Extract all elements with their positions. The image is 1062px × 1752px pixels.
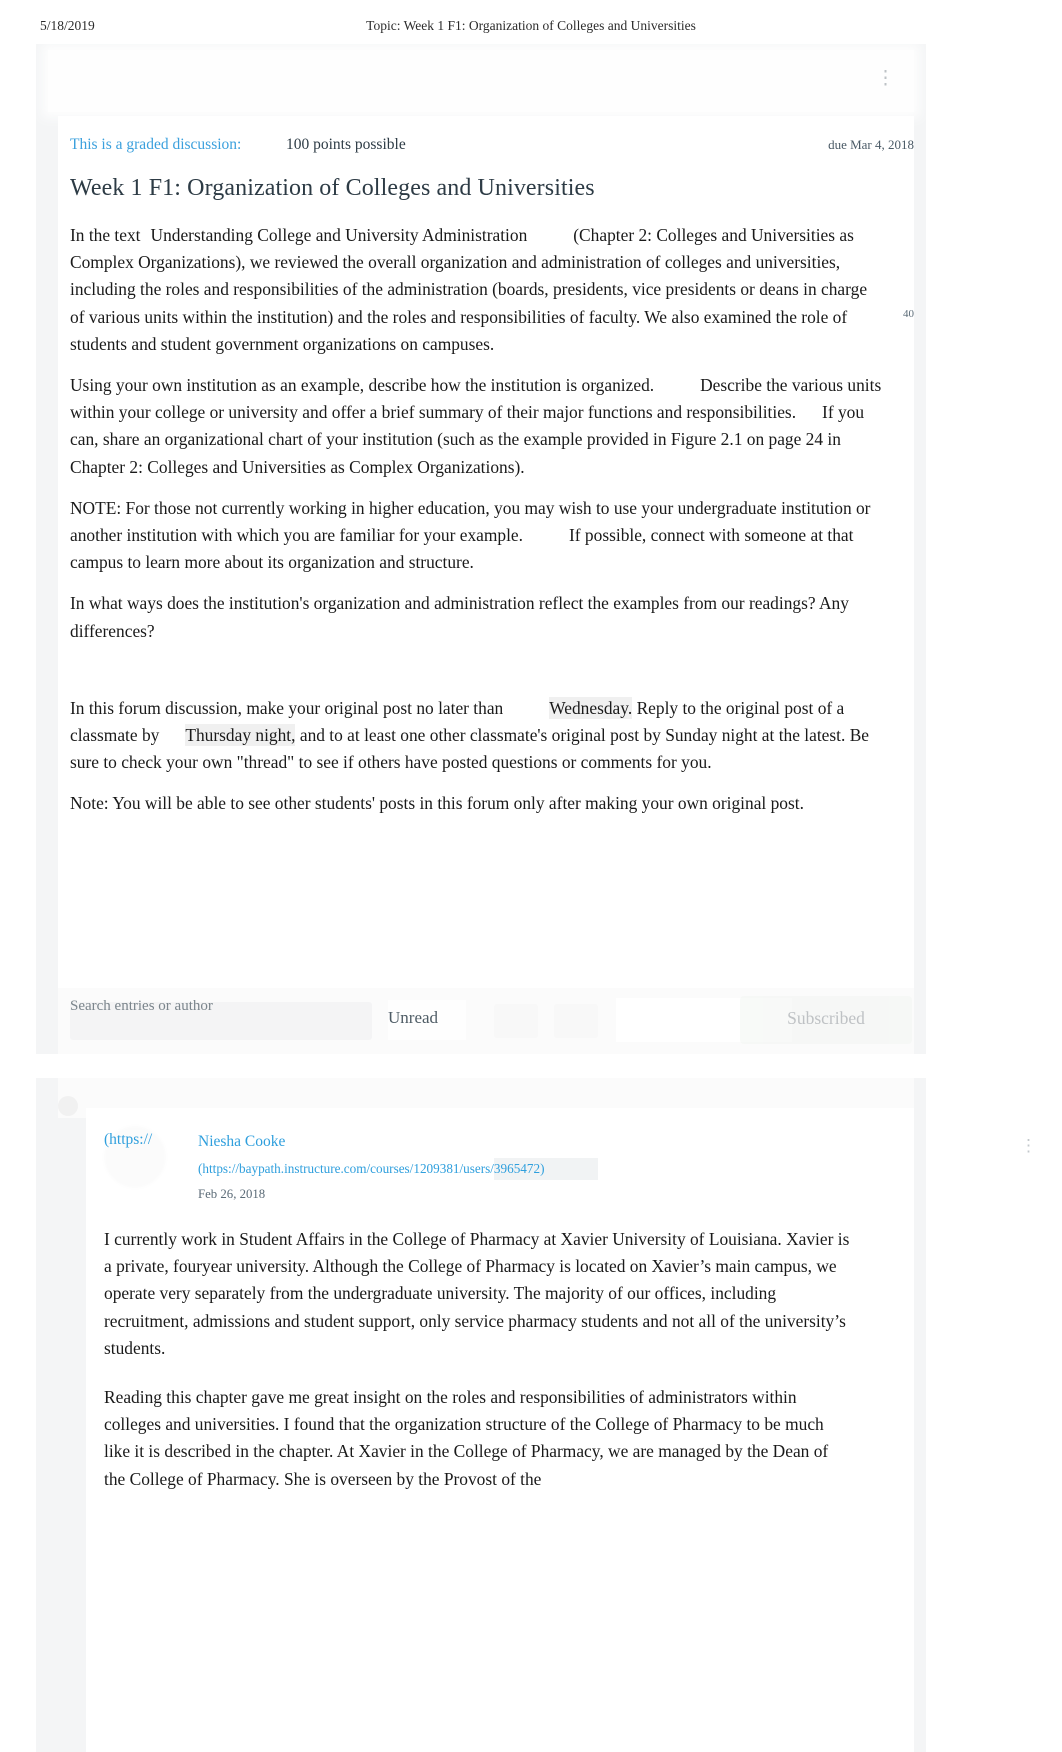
graded-discussion-row: This is a graded discussion: 100 points … xyxy=(70,136,914,320)
graded-discussion-label[interactable]: This is a graded discussion: xyxy=(70,136,241,154)
expand-replies-button[interactable] xyxy=(554,1004,598,1038)
unread-filter-button[interactable]: Unread xyxy=(388,1000,466,1040)
kebab-menu-icon[interactable]: ⋮ xyxy=(1020,1136,1037,1156)
due-date: due Mar 4, 2018 xyxy=(828,137,914,152)
entry-paragraph: Reading this chapter gave me great insig… xyxy=(104,1387,829,1489)
p1-book-title: Understanding College and University Adm… xyxy=(150,225,528,245)
entry-paragraph: I currently work in Student Affairs in t… xyxy=(104,1229,850,1358)
entry-author-name[interactable]: Niesha Cooke xyxy=(198,1133,285,1151)
print-header: 5/18/2019 Topic: Week 1 F1: Organization… xyxy=(0,18,1062,42)
avatar-link[interactable]: (https:// xyxy=(104,1131,152,1149)
collapse-replies-button[interactable] xyxy=(494,1004,538,1038)
entry-author-url[interactable]: (https://baypath.instructure.com/courses… xyxy=(198,1161,544,1177)
reply-count-badge: 40 xyxy=(903,308,914,320)
p5-wednesday-highlight: Wednesday. xyxy=(549,696,633,719)
unread-indicator-dot xyxy=(58,1096,78,1116)
discussion-filter-toolbar: Search entries or author Unread Subscrib… xyxy=(58,988,914,1054)
p5-thursday-highlight: Thursday night, xyxy=(185,724,296,747)
kebab-menu-icon[interactable]: ⋮ xyxy=(876,68,895,90)
page-title: Week 1 F1: Organization of Colleges and … xyxy=(70,175,595,201)
paragraph-4: In what ways does the institution's orga… xyxy=(70,593,849,641)
paragraph-5: In this forum discussion, make your orig… xyxy=(70,695,882,777)
print-page-title: Topic: Week 1 F1: Organization of Colleg… xyxy=(366,18,696,33)
paragraph-3: NOTE: For those not currently working in… xyxy=(70,495,882,577)
discussion-top-toolbar: ⋮ xyxy=(48,50,914,112)
entry-date: Feb 26, 2018 xyxy=(198,1187,266,1201)
paragraph-6: Note: You will be able to see other stud… xyxy=(70,793,804,814)
subscribed-button-label: Subscribed xyxy=(787,1008,865,1028)
points-possible: 100 points possible xyxy=(286,136,406,153)
search-input-placeholder: Search entries or author xyxy=(70,998,213,1014)
discussion-body: In the text Understanding College and Uni… xyxy=(70,222,882,832)
paragraph-1: In the text Understanding College and Uni… xyxy=(70,222,882,358)
entry-message-body: I currently work in Student Affairs in t… xyxy=(104,1226,852,1515)
unread-filter-label: Unread xyxy=(388,1008,439,1027)
p5-a: In this forum discussion, make your orig… xyxy=(70,697,504,718)
p2-a: Using your own institution as an example… xyxy=(70,375,655,396)
subscribed-button[interactable]: Subscribed xyxy=(740,996,912,1044)
p1-lead: In the text xyxy=(70,225,141,245)
paragraph-2: Using your own institution as an example… xyxy=(70,372,882,481)
